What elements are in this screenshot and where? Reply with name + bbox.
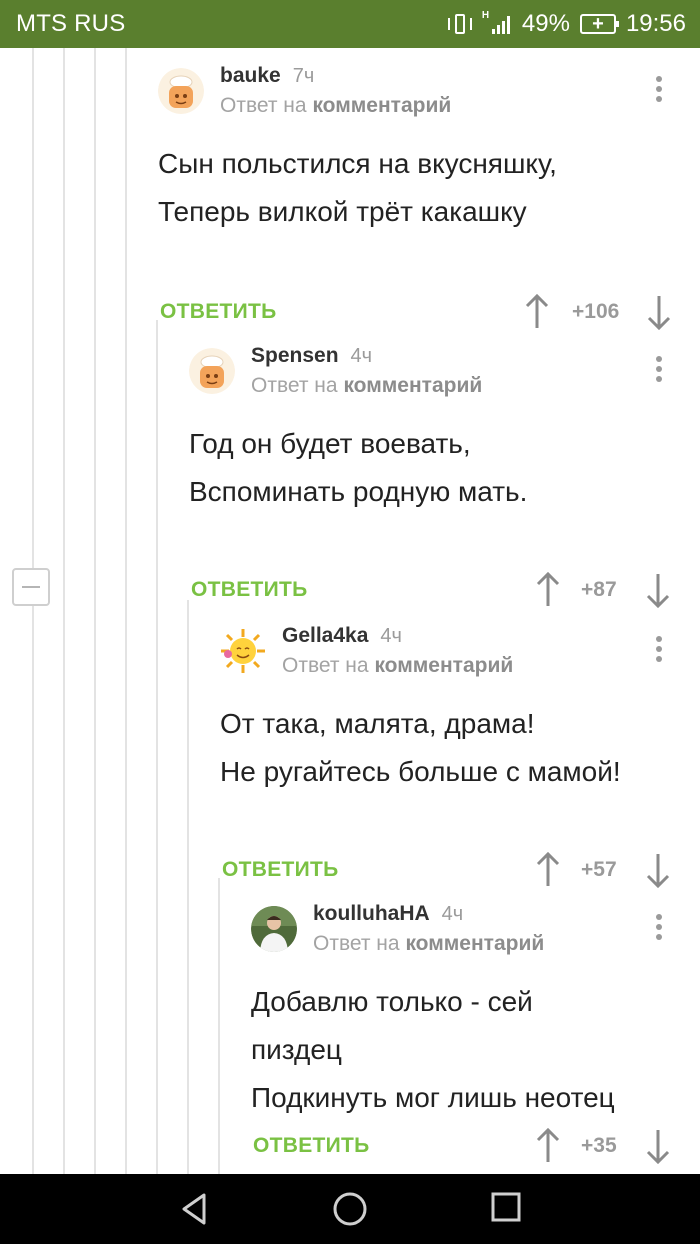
comment-author[interactable]: koulluhaHA 4ч bbox=[313, 902, 463, 926]
home-icon[interactable] bbox=[332, 1192, 368, 1228]
comment-text: Сын польстился на вкусняшку, Теперь вилк… bbox=[158, 140, 557, 236]
thread-line bbox=[218, 878, 220, 1174]
comment-line: Добавлю только - сей bbox=[251, 986, 533, 1017]
comment-time: 4ч bbox=[441, 903, 464, 925]
vote-score: +35 bbox=[581, 1134, 617, 1157]
chef-avatar-icon[interactable] bbox=[189, 348, 235, 394]
status-icons: H 49% + 19:56 bbox=[447, 8, 686, 40]
downvote-icon[interactable] bbox=[645, 1128, 671, 1164]
vote-widget: +106 bbox=[524, 294, 684, 334]
navigation-bar bbox=[0, 1174, 700, 1244]
comment-thread[interactable]: bauke 7ч Ответ на комментарий Сын польсти… bbox=[0, 48, 700, 1174]
upvote-icon[interactable] bbox=[535, 572, 561, 608]
battery-charging-icon: + bbox=[579, 13, 619, 35]
comment: Spensen 4ч Ответ на комментарий Год он бу… bbox=[189, 344, 700, 608]
vote-widget: +87 bbox=[535, 572, 685, 612]
upvote-icon[interactable] bbox=[535, 1128, 561, 1164]
battery-percent: 49% bbox=[521, 10, 570, 37]
reply-to-link[interactable]: Ответ на комментарий bbox=[220, 94, 451, 118]
status-bar: MTS RUS H 49% + 19:56 bbox=[0, 0, 700, 48]
comment-line: Теперь вилкой трёт какашку bbox=[158, 196, 527, 227]
comment-line: Сын польстился на вкусняшку, bbox=[158, 148, 557, 179]
more-options-icon[interactable] bbox=[654, 76, 664, 106]
comment-line: Год он будет воевать, bbox=[189, 428, 471, 459]
comment-line: Вспоминать родную мать. bbox=[189, 476, 528, 507]
more-options-icon[interactable] bbox=[654, 356, 664, 386]
comment-line: От така, малята, драма! bbox=[220, 708, 535, 739]
recents-icon[interactable] bbox=[490, 1192, 522, 1224]
vibrate-icon bbox=[447, 12, 472, 36]
vote-score: +57 bbox=[581, 858, 617, 881]
chef-avatar-icon[interactable] bbox=[158, 68, 204, 114]
comment-text: Добавлю только - сей пиздец Подкинуть мо… bbox=[251, 978, 615, 1122]
more-options-icon[interactable] bbox=[654, 914, 664, 944]
reply-to-link[interactable]: Ответ на комментарий bbox=[313, 932, 544, 956]
thread-line bbox=[156, 320, 158, 1174]
comment-line: Подкинуть мог лишь неотец bbox=[251, 1082, 615, 1113]
vote-widget: +35 bbox=[535, 1128, 685, 1168]
thread-line bbox=[94, 48, 96, 1174]
reply-button[interactable]: ОТВЕТИТЬ bbox=[160, 300, 277, 324]
downvote-icon[interactable] bbox=[646, 294, 672, 330]
thread-line bbox=[32, 48, 34, 1174]
photo-avatar-icon[interactable] bbox=[251, 906, 297, 952]
reply-to-link[interactable]: Ответ на комментарий bbox=[251, 374, 482, 398]
upvote-icon[interactable] bbox=[535, 852, 561, 888]
thread-line bbox=[125, 48, 127, 1174]
reply-to-link[interactable]: Ответ на комментарий bbox=[282, 654, 513, 678]
comment-author[interactable]: Gella4ka 4ч bbox=[282, 624, 402, 648]
more-options-icon[interactable] bbox=[654, 636, 664, 666]
comment: koulluhaHA 4ч Ответ на комментарий Добавл… bbox=[251, 902, 700, 1174]
comment-time: 4ч bbox=[380, 625, 402, 647]
comment-line: Не ругайтесь больше с мамой! bbox=[220, 756, 621, 787]
comment-text: От така, малята, драма! Не ругайтесь бол… bbox=[220, 700, 621, 796]
upvote-icon[interactable] bbox=[524, 294, 550, 330]
reply-button[interactable]: ОТВЕТИТЬ bbox=[191, 578, 308, 602]
comment-author[interactable]: bauke 7ч bbox=[220, 64, 314, 88]
comment: Gella4ka 4ч Ответ на комментарий От така,… bbox=[220, 624, 700, 888]
signal-icon: H bbox=[482, 10, 512, 36]
comment-time: 4ч bbox=[350, 345, 373, 367]
clock: 19:56 bbox=[625, 10, 686, 37]
reply-button[interactable]: ОТВЕТИТЬ bbox=[222, 858, 339, 882]
vote-score: +87 bbox=[581, 578, 617, 601]
reply-button[interactable]: ОТВЕТИТЬ bbox=[253, 1134, 370, 1158]
comment-author[interactable]: Spensen 4ч bbox=[251, 344, 372, 368]
comment-line: пиздец bbox=[251, 1034, 342, 1065]
thread-line bbox=[63, 48, 65, 1174]
downvote-icon[interactable] bbox=[645, 852, 671, 888]
comment-time: 7ч bbox=[292, 65, 315, 87]
vote-widget: +57 bbox=[535, 852, 685, 892]
sun-avatar-icon[interactable] bbox=[220, 628, 266, 674]
collapse-thread-button[interactable] bbox=[12, 568, 50, 606]
comment: bauke 7ч Ответ на комментарий Сын польсти… bbox=[158, 64, 700, 330]
comment-text: Год он будет воевать, Вспоминать родную … bbox=[189, 420, 527, 516]
thread-line bbox=[187, 600, 189, 1174]
back-icon[interactable] bbox=[178, 1192, 212, 1226]
carrier-name: MTS RUS bbox=[16, 10, 126, 37]
vote-score: +106 bbox=[572, 300, 620, 323]
downvote-icon[interactable] bbox=[645, 572, 671, 608]
